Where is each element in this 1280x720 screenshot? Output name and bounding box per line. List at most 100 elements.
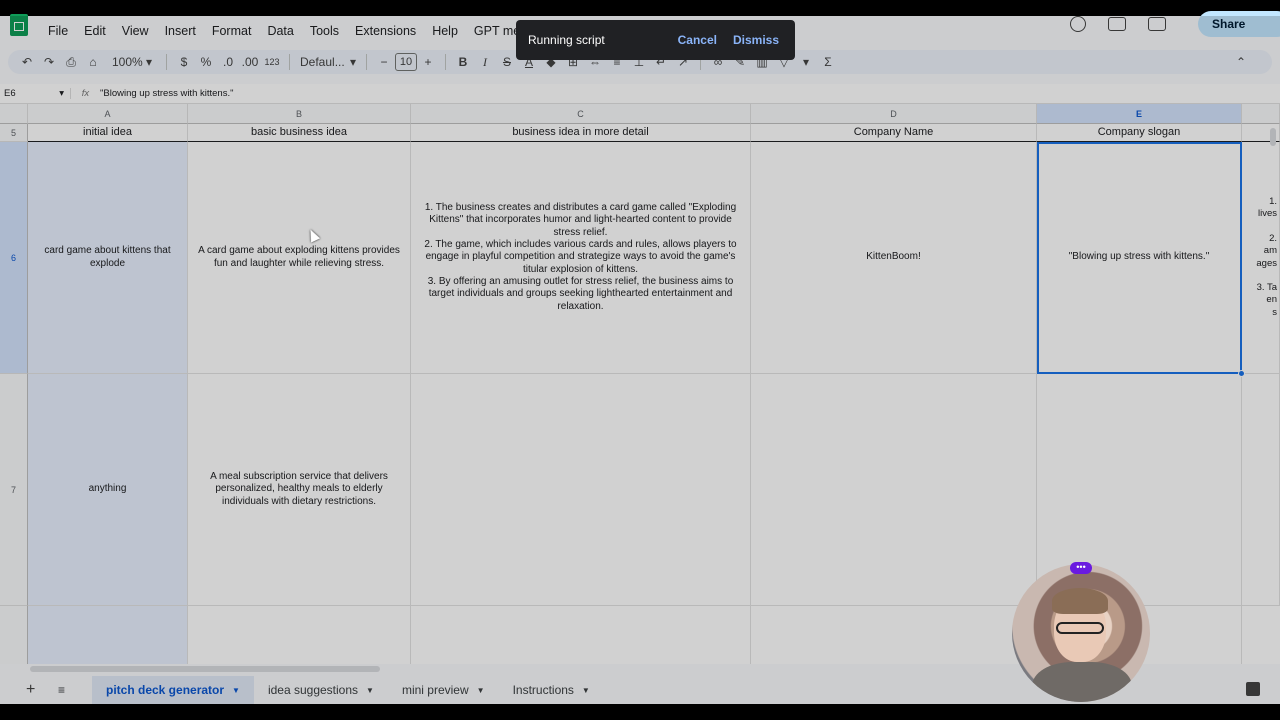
tab-pitch-deck-generator[interactable]: pitch deck generator ▼ [92, 676, 254, 704]
menu-data[interactable]: Data [259, 24, 301, 38]
chevron-down-icon: ▼ [581, 685, 590, 695]
cell-a8[interactable] [28, 606, 188, 664]
vertical-scrollbar[interactable] [1270, 128, 1276, 146]
cell-b6[interactable]: A card game about exploding kittens prov… [188, 142, 411, 374]
divider [366, 54, 367, 70]
filter-views-icon[interactable]: ▾ [795, 50, 817, 74]
menu-extensions[interactable]: Extensions [347, 24, 424, 38]
menu-file[interactable]: File [40, 24, 76, 38]
chevron-down-icon: ▼ [366, 685, 374, 695]
tab-label: Instructions [512, 683, 574, 697]
zoom-select[interactable]: 100% ▾ [104, 50, 160, 74]
currency-button[interactable]: $ [173, 50, 195, 74]
bold-button[interactable]: B [452, 50, 474, 74]
increase-font-size-icon[interactable]: + [417, 50, 439, 74]
add-sheet-icon[interactable]: + [26, 681, 54, 699]
cell-b5[interactable]: basic business idea [188, 124, 411, 142]
row-header-5[interactable]: 5 [0, 124, 28, 142]
more-options-icon[interactable]: ••• [1070, 562, 1092, 574]
cancel-button[interactable]: Cancel [678, 33, 717, 47]
cell-f6[interactable]: 1. lives 2. am ages 3. Ta en s [1242, 142, 1280, 374]
tab-idea-suggestions[interactable]: idea suggestions ▼ [254, 676, 388, 704]
share-label: Share [1212, 17, 1246, 31]
cell-d7[interactable] [751, 374, 1037, 606]
menu-view[interactable]: View [114, 24, 157, 38]
cell-c5[interactable]: business idea in more detail [411, 124, 751, 142]
cell-e5[interactable]: Company slogan [1037, 124, 1242, 142]
cell-b8[interactable] [188, 606, 411, 664]
menu-insert[interactable]: Insert [157, 24, 204, 38]
explore-icon[interactable] [1246, 682, 1260, 696]
row-header-6[interactable]: 6 [0, 142, 28, 374]
sheets-logo-icon[interactable] [10, 14, 28, 36]
strikethrough-icon[interactable]: S [496, 50, 518, 74]
meet-icon[interactable] [1148, 17, 1166, 31]
bottom-black-strip [0, 704, 1280, 720]
paint-format-icon[interactable]: ⌂ [82, 50, 104, 74]
column-header-b[interactable]: B [188, 104, 411, 124]
percent-button[interactable]: % [195, 50, 217, 74]
fill-handle[interactable] [1238, 370, 1245, 377]
name-box[interactable]: E6 ▾ [0, 88, 70, 99]
row-header-7[interactable]: 7 [0, 374, 28, 606]
column-header-d[interactable]: D [751, 104, 1037, 124]
decrease-decimal-button[interactable]: .0 [217, 50, 239, 74]
menu-bar: File Edit View Insert Format Data Tools … [40, 24, 542, 38]
menu-edit[interactable]: Edit [76, 24, 114, 38]
person-hair [1052, 588, 1108, 614]
decrease-font-size-icon[interactable]: − [373, 50, 395, 74]
cell-b7[interactable]: A meal subscription service that deliver… [188, 374, 411, 606]
cell-c7[interactable] [411, 374, 751, 606]
select-all-corner[interactable] [0, 104, 28, 124]
chevron-down-icon: ▾ [59, 88, 64, 99]
webcam-overlay [1012, 564, 1150, 702]
undo-icon[interactable]: ↶ [16, 50, 38, 74]
tab-mini-preview[interactable]: mini preview ▼ [388, 676, 499, 704]
formula-bar: E6 ▾ fx "Blowing up stress with kittens." [0, 84, 1280, 104]
collapse-menu-icon[interactable]: ⌃ [1230, 50, 1252, 74]
chevron-down-icon: ▼ [232, 685, 240, 695]
person-glasses [1056, 622, 1104, 634]
cell-c8[interactable] [411, 606, 751, 664]
tab-label: mini preview [401, 683, 469, 697]
divider [289, 54, 290, 70]
functions-button[interactable]: Σ [817, 50, 839, 74]
tab-label: idea suggestions [267, 683, 359, 697]
comments-icon[interactable] [1108, 17, 1126, 31]
cell-d6[interactable]: KittenBoom! [751, 142, 1037, 374]
menu-help[interactable]: Help [424, 24, 466, 38]
redo-icon[interactable]: ↷ [38, 50, 60, 74]
font-size-input[interactable]: 10 [395, 53, 417, 71]
menu-format[interactable]: Format [204, 24, 260, 38]
column-header-e[interactable]: E [1037, 104, 1242, 124]
cell-a5[interactable]: initial idea [28, 124, 188, 142]
row-header-8[interactable] [0, 606, 28, 664]
column-header-c[interactable]: C [411, 104, 751, 124]
cell-c6[interactable]: 1. The business creates and distributes … [411, 142, 751, 374]
italic-button[interactable]: I [474, 50, 496, 74]
number-format-button[interactable]: 123 [261, 50, 283, 74]
cell-d8[interactable] [751, 606, 1037, 664]
column-header-f[interactable] [1242, 104, 1280, 124]
chevron-down-icon: ▼ [476, 685, 485, 695]
column-header-a[interactable]: A [28, 104, 188, 124]
cell-f7[interactable] [1242, 374, 1280, 606]
dismiss-button[interactable]: Dismiss [733, 33, 779, 47]
menu-tools[interactable]: Tools [302, 24, 347, 38]
cell-a7[interactable]: anything [28, 374, 188, 606]
font-select[interactable]: Defaul... ▾ [296, 50, 360, 74]
cell-d5[interactable]: Company Name [751, 124, 1037, 142]
fx-icon: fx [70, 88, 100, 99]
all-sheets-icon[interactable]: ≡ [58, 683, 78, 697]
tab-instructions[interactable]: Instructions ▼ [499, 676, 604, 704]
share-button[interactable]: Share [1198, 11, 1280, 37]
formula-input[interactable]: "Blowing up stress with kittens." [100, 88, 233, 99]
horizontal-scrollbar[interactable] [30, 666, 380, 672]
cell-a6[interactable]: card game about kittens that explode [28, 142, 188, 374]
history-icon[interactable] [1070, 16, 1086, 32]
increase-decimal-button[interactable]: .00 [239, 50, 261, 74]
print-icon[interactable]: ⎙ [60, 50, 82, 74]
person-shirt [1032, 662, 1132, 702]
running-script-toast: Running script Cancel Dismiss [516, 20, 795, 60]
cell-e6[interactable]: "Blowing up stress with kittens." [1037, 142, 1242, 374]
